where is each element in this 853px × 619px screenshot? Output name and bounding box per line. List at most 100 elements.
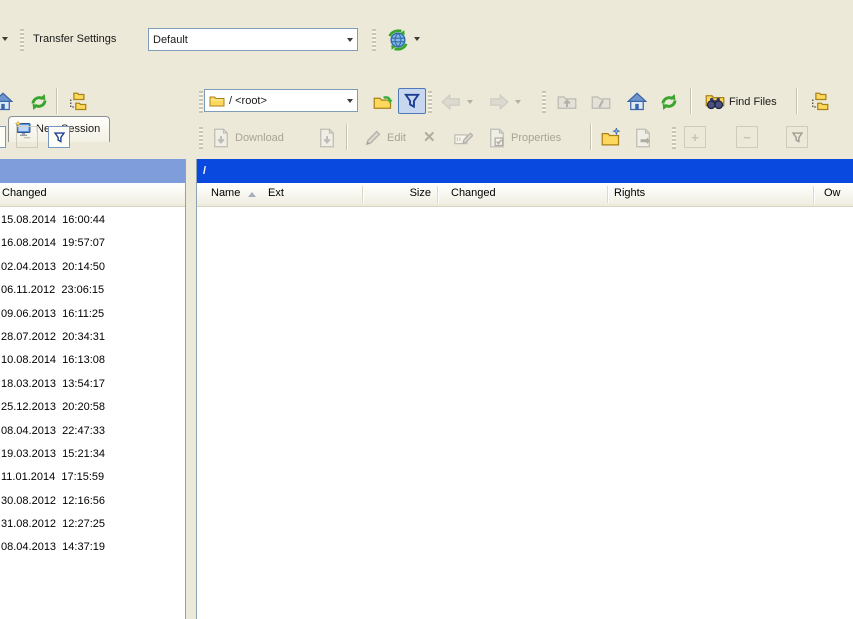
download-icon: [211, 128, 231, 148]
funnel-icon: [53, 131, 66, 144]
root-directory-button[interactable]: [586, 88, 616, 116]
remote-tree-collapse-button[interactable]: −: [736, 126, 758, 148]
column-separator[interactable]: [437, 186, 439, 203]
open-directory-button[interactable]: [368, 88, 398, 116]
list-item[interactable]: 16.08.2014 19:57:07: [0, 232, 185, 255]
list-item[interactable]: 06.11.2012 23:06:15: [0, 279, 185, 302]
list-item[interactable]: 08.04.2013 14:37:19: [0, 536, 185, 559]
remote-path-bar[interactable]: /: [197, 159, 853, 183]
list-item[interactable]: 09.06.2013 16:11:25: [0, 303, 185, 326]
list-item[interactable]: 31.08.2012 12:27:25: [0, 513, 185, 536]
list-item[interactable]: 15.08.2014 16:00:44: [0, 209, 185, 232]
toolbar-grip[interactable]: [372, 29, 376, 51]
remote-filter-box-button[interactable]: [786, 126, 808, 148]
combo-dropdown-icon[interactable]: [347, 38, 353, 42]
rename-button[interactable]: [448, 124, 478, 152]
transfer-settings-combo[interactable]: Default: [148, 28, 358, 51]
back-button[interactable]: [436, 88, 466, 116]
column-header-size[interactable]: Size: [367, 187, 431, 199]
toolbar-grip[interactable]: [428, 91, 432, 113]
remote-home-button[interactable]: [622, 88, 652, 116]
remote-filter-button[interactable]: [398, 88, 426, 114]
column-header-name[interactable]: Name: [211, 187, 240, 199]
forward-dropdown[interactable]: [515, 100, 521, 104]
arrow-left-icon: [441, 92, 461, 112]
remote-folder-tree-button[interactable]: [804, 88, 834, 116]
transfer-settings-value: Default: [153, 34, 343, 46]
local-home-button[interactable]: [0, 88, 18, 116]
dropdown-arrow-icon: [2, 37, 8, 41]
column-header-rights[interactable]: Rights: [614, 187, 645, 199]
list-item[interactable]: 02.04.2013 20:14:50: [0, 256, 185, 279]
column-header-changed[interactable]: Changed: [451, 187, 496, 199]
close-icon: ✕: [423, 128, 436, 146]
folder-icon: [209, 93, 225, 109]
list-item[interactable]: 11.01.2014 17:15:59: [0, 466, 185, 489]
column-header-owner[interactable]: Ow: [824, 187, 841, 199]
sort-ascending-icon: [248, 192, 256, 197]
remote-toolbar-row1: / <root> Find Files: [196, 86, 853, 119]
left-panel-toolbar-row1: [0, 86, 186, 119]
list-item[interactable]: 10.08.2014 16:13:08: [0, 349, 185, 372]
list-item[interactable]: 19.03.2013 15:21:34: [0, 443, 185, 466]
synchronize-dropdown[interactable]: [414, 37, 420, 41]
toolbar-grip[interactable]: [542, 91, 546, 113]
plus-icon: +: [691, 130, 699, 145]
toolbar-grip[interactable]: [199, 91, 203, 113]
session-tab-strip: New Session: [0, 57, 853, 84]
local-file-list: 15.08.2014 16:00:44 16.08.2014 19:57:07 …: [0, 207, 185, 619]
column-header-ext[interactable]: Ext: [268, 187, 284, 199]
remote-refresh-button[interactable]: [654, 88, 684, 116]
local-filter-button[interactable]: [48, 126, 70, 148]
remote-address-combo[interactable]: / <root>: [204, 89, 358, 112]
edit-button[interactable]: Edit: [358, 124, 411, 152]
overflow-dropdown-arrow[interactable]: [2, 37, 8, 41]
column-separator[interactable]: [607, 186, 609, 203]
list-item[interactable]: 25.12.2013 20:20:58: [0, 396, 185, 419]
refresh-icon: [29, 92, 49, 112]
dropdown-arrow-icon: [414, 37, 420, 41]
local-tree-expand-button[interactable]: +: [0, 126, 6, 148]
home-icon: [0, 92, 13, 112]
new-folder-button[interactable]: [596, 124, 626, 152]
properties-label: Properties: [511, 132, 561, 144]
delete-button[interactable]: ✕: [418, 124, 441, 150]
combo-dropdown-icon[interactable]: [347, 99, 353, 103]
remote-panel: / Name Ext Size Changed Rights Ow: [196, 159, 853, 619]
column-header-changed[interactable]: Changed: [2, 187, 47, 199]
globe-sync-icon: [387, 29, 409, 51]
synchronize-button[interactable]: [382, 25, 414, 55]
dropdown-arrow-icon: [467, 100, 473, 104]
forward-button[interactable]: [484, 88, 514, 116]
find-files-button[interactable]: Find Files: [700, 88, 782, 116]
column-separator[interactable]: [813, 186, 815, 203]
toolbar-grip[interactable]: [20, 29, 24, 51]
toolbar-grip[interactable]: [672, 127, 676, 149]
remote-address-value: / <root>: [229, 95, 343, 107]
properties-button[interactable]: Properties: [482, 124, 566, 152]
list-item[interactable]: 28.07.2012 20:34:31: [0, 326, 185, 349]
folder-root-icon: [591, 92, 611, 112]
list-item[interactable]: 08.04.2013 22:47:33: [0, 420, 185, 443]
local-tree-collapse-button[interactable]: −: [16, 126, 38, 148]
local-refresh-button[interactable]: [24, 88, 54, 116]
column-separator[interactable]: [362, 186, 364, 203]
local-column-header: Changed: [0, 183, 185, 207]
list-item[interactable]: 30.08.2012 12:16:56: [0, 490, 185, 513]
download-button[interactable]: Download: [206, 124, 289, 152]
toolbar-grip[interactable]: [199, 127, 203, 149]
local-folder-tree-button[interactable]: [62, 88, 92, 116]
dropdown-arrow-icon: [515, 100, 521, 104]
back-dropdown[interactable]: [467, 100, 473, 104]
folder-tree-icon: [809, 92, 829, 112]
list-item[interactable]: 18.03.2013 13:54:17: [0, 373, 185, 396]
parent-directory-button[interactable]: [552, 88, 582, 116]
remote-file-list[interactable]: [197, 207, 853, 619]
remote-tree-expand-button[interactable]: +: [684, 126, 706, 148]
download-icon: [317, 128, 337, 148]
local-path-bar[interactable]: [0, 159, 185, 183]
panel-splitter[interactable]: [186, 159, 196, 619]
new-link-button[interactable]: [628, 124, 658, 152]
download-and-delete-button[interactable]: [312, 124, 342, 152]
folder-new-icon: [601, 128, 621, 148]
